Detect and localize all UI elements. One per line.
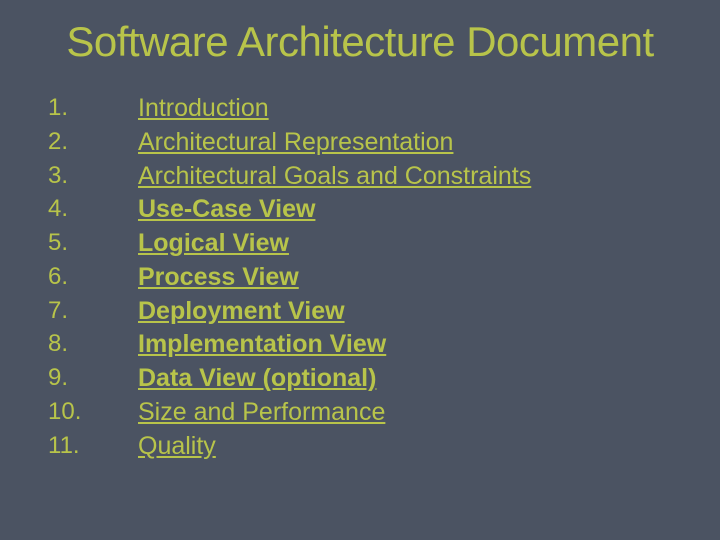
slide: Software Architecture Document Introduct…: [0, 0, 720, 540]
section-link[interactable]: Architectural Representation: [138, 128, 453, 156]
section-list: Introduction Architectural Representation…: [0, 72, 720, 463]
section-item: Size and Performance: [48, 396, 700, 430]
section-item: Process View: [48, 261, 700, 295]
section-link[interactable]: Deployment View: [138, 297, 345, 325]
section-link[interactable]: Use-Case View: [138, 195, 315, 223]
section-item: Introduction: [48, 92, 700, 126]
section-item: Implementation View: [48, 328, 700, 362]
section-item: Architectural Representation: [48, 126, 700, 160]
section-item: Data View (optional): [48, 362, 700, 396]
section-link[interactable]: Quality: [138, 432, 216, 460]
section-link[interactable]: Size and Performance: [138, 398, 385, 426]
section-item: Deployment View: [48, 295, 700, 329]
section-link[interactable]: Introduction: [138, 94, 269, 122]
section-link[interactable]: Architectural Goals and Constraints: [138, 162, 531, 190]
section-item: Logical View: [48, 227, 700, 261]
page-title: Software Architecture Document: [0, 0, 720, 72]
section-item: Use-Case View: [48, 193, 700, 227]
section-link[interactable]: Data View (optional): [138, 364, 376, 392]
section-item: Quality: [48, 430, 700, 464]
section-link[interactable]: Logical View: [138, 229, 289, 257]
section-item: Architectural Goals and Constraints: [48, 160, 700, 194]
section-link[interactable]: Implementation View: [138, 330, 386, 358]
section-link[interactable]: Process View: [138, 263, 299, 291]
